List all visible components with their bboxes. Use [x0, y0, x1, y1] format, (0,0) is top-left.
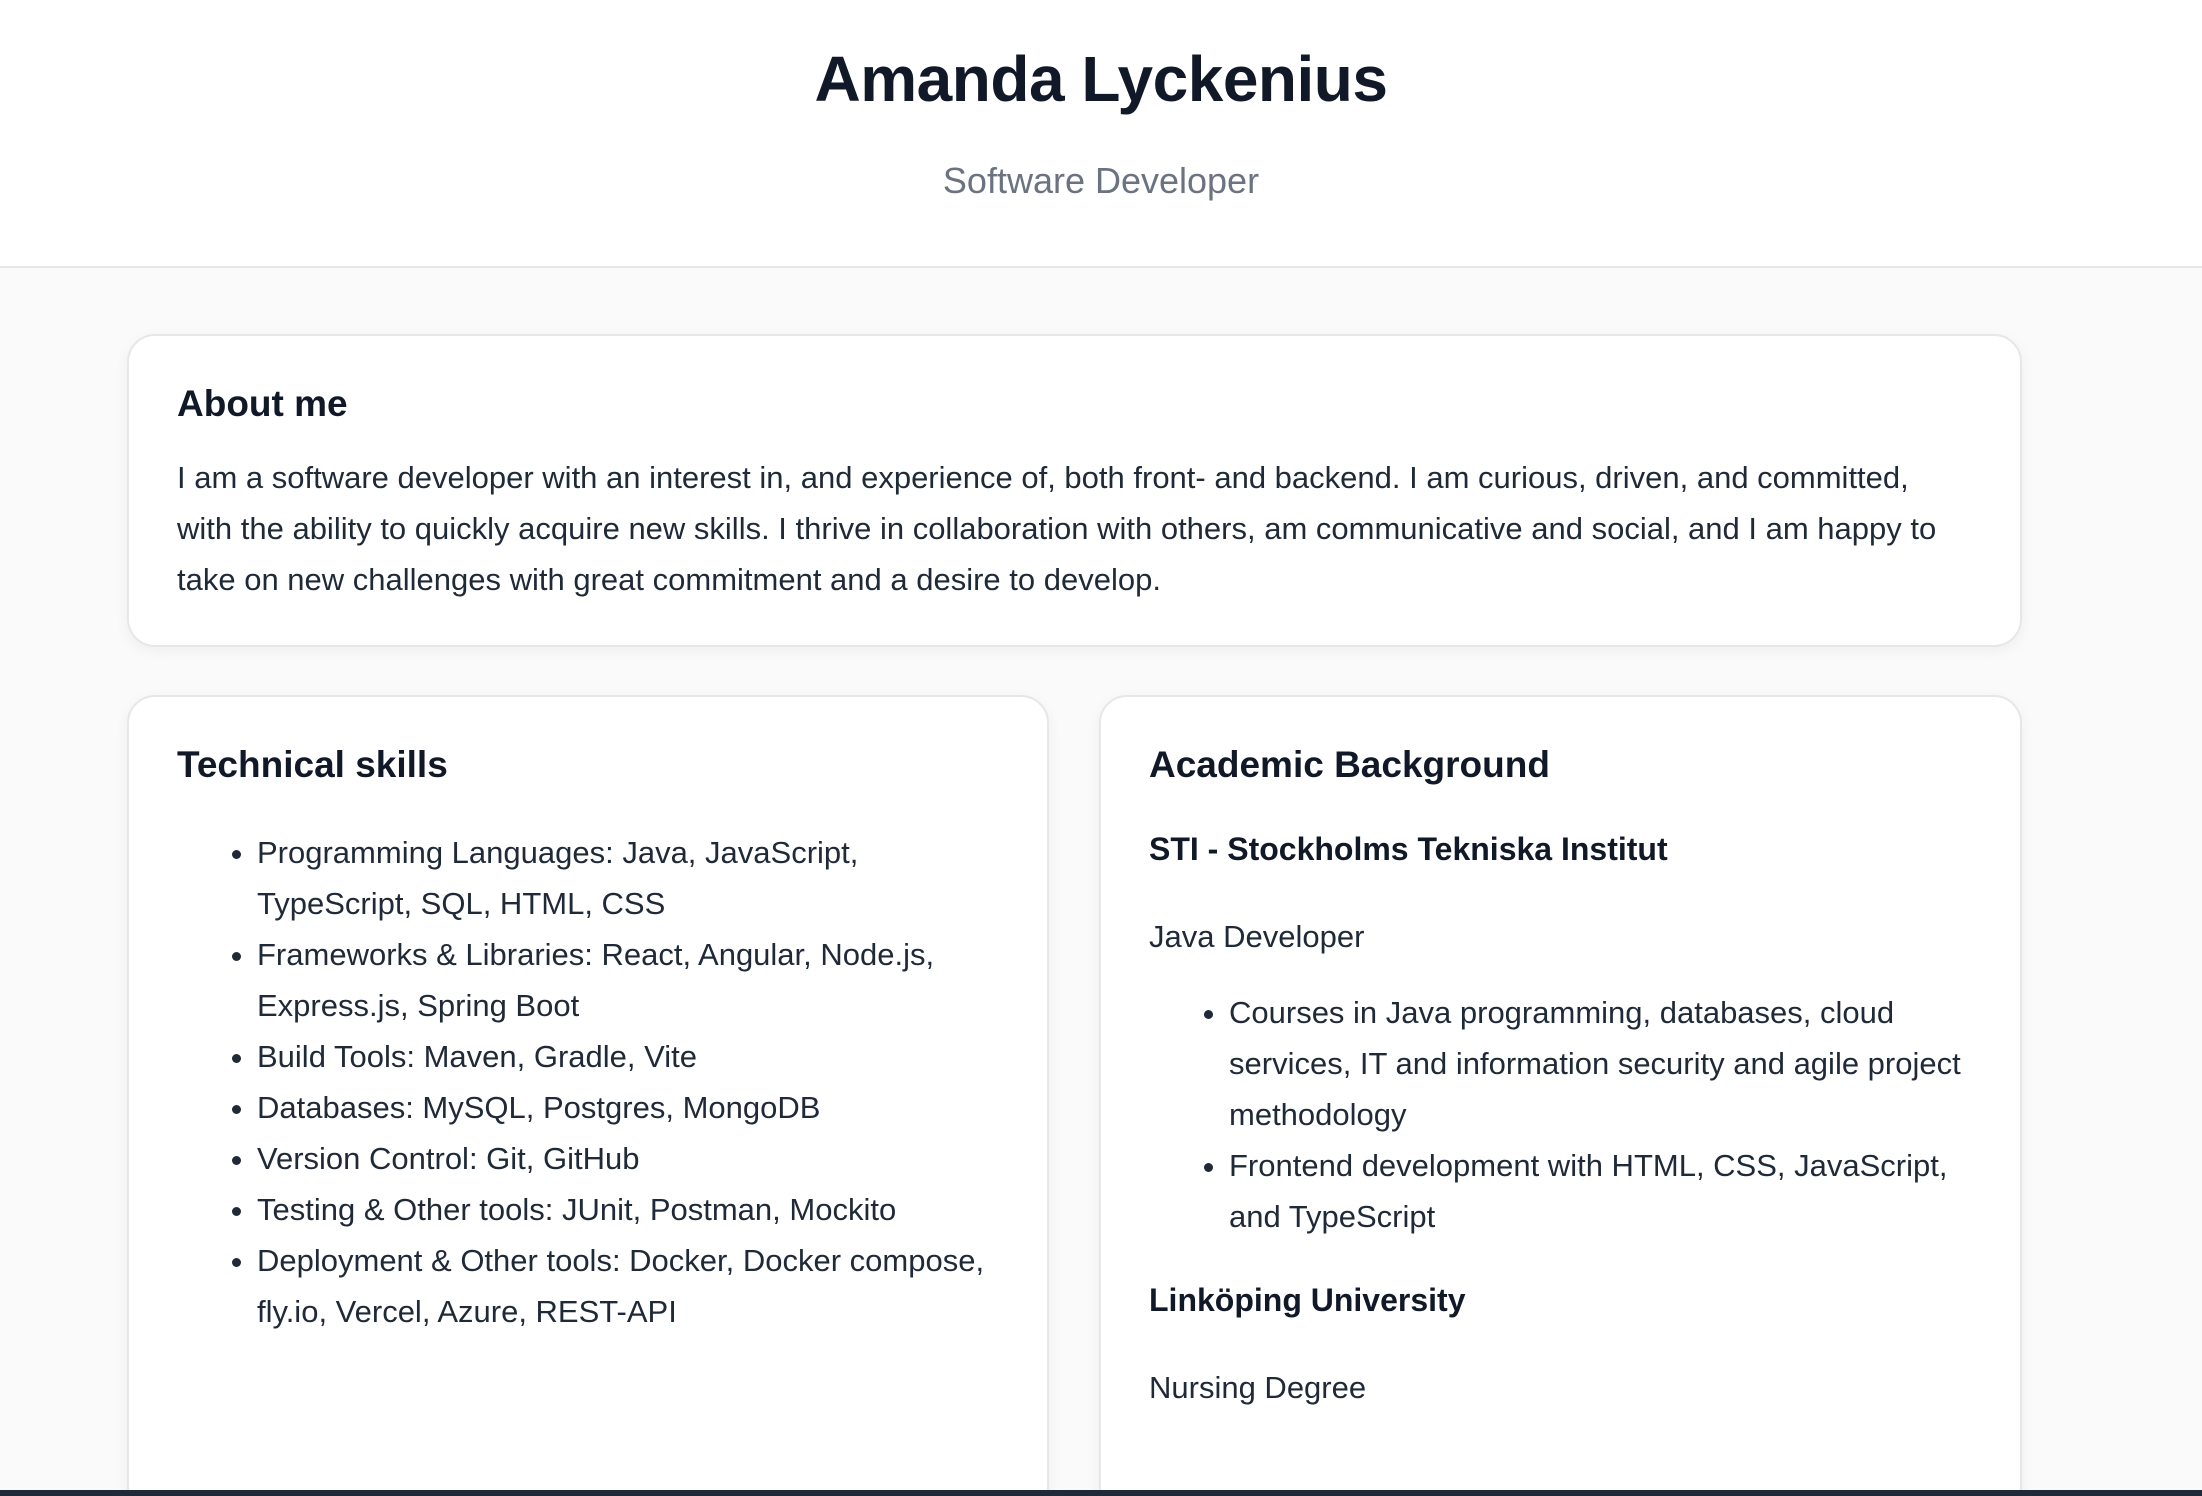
list-item: Programming Languages: Java, JavaScript,… [257, 827, 999, 929]
technical-skills-card: Technical skills Programming Languages: … [127, 695, 1049, 1496]
profile-name: Amanda Lyckenius [814, 43, 1388, 115]
academic-background-card: Academic Background STI - Stockholms Tek… [1099, 695, 2022, 1496]
program-name: Java Developer [1149, 918, 1365, 954]
list-item: Build Tools: Maven, Gradle, Vite [257, 1031, 999, 1082]
list-item: Databases: MySQL, Postgres, MongoDB [257, 1082, 999, 1133]
about-card: About me I am a software developer with … [127, 334, 2022, 647]
page: Amanda Lyckenius Software Developer Abou… [0, 0, 2202, 1496]
list-item: Version Control: Git, GitHub [257, 1133, 999, 1184]
list-item: Frontend development with HTML, CSS, Jav… [1229, 1140, 1972, 1242]
school-name: STI - Stockholms Tekniska Institut [1149, 831, 1668, 868]
skills-heading: Technical skills [177, 744, 448, 785]
courses-list: Courses in Java programming, databases, … [1149, 987, 1972, 1242]
profile-header: Amanda Lyckenius Software Developer [0, 0, 2202, 268]
school-name: Linköping University [1149, 1282, 1466, 1319]
program-name: Nursing Degree [1149, 1369, 1367, 1405]
list-item: Testing & Other tools: JUnit, Postman, M… [257, 1184, 999, 1235]
window-bottom-edge [0, 1490, 2202, 1496]
list-item: Deployment & Other tools: Docker, Docker… [257, 1235, 999, 1337]
about-heading: About me [177, 383, 348, 424]
profile-title: Software Developer [942, 160, 1260, 201]
list-item: Courses in Java programming, databases, … [1229, 987, 1972, 1140]
list-item: Frameworks & Libraries: React, Angular, … [257, 929, 999, 1031]
skills-list: Programming Languages: Java, JavaScript,… [177, 827, 999, 1337]
about-text: I am a software developer with an intere… [177, 460, 1937, 598]
academic-heading: Academic Background [1149, 744, 1550, 785]
